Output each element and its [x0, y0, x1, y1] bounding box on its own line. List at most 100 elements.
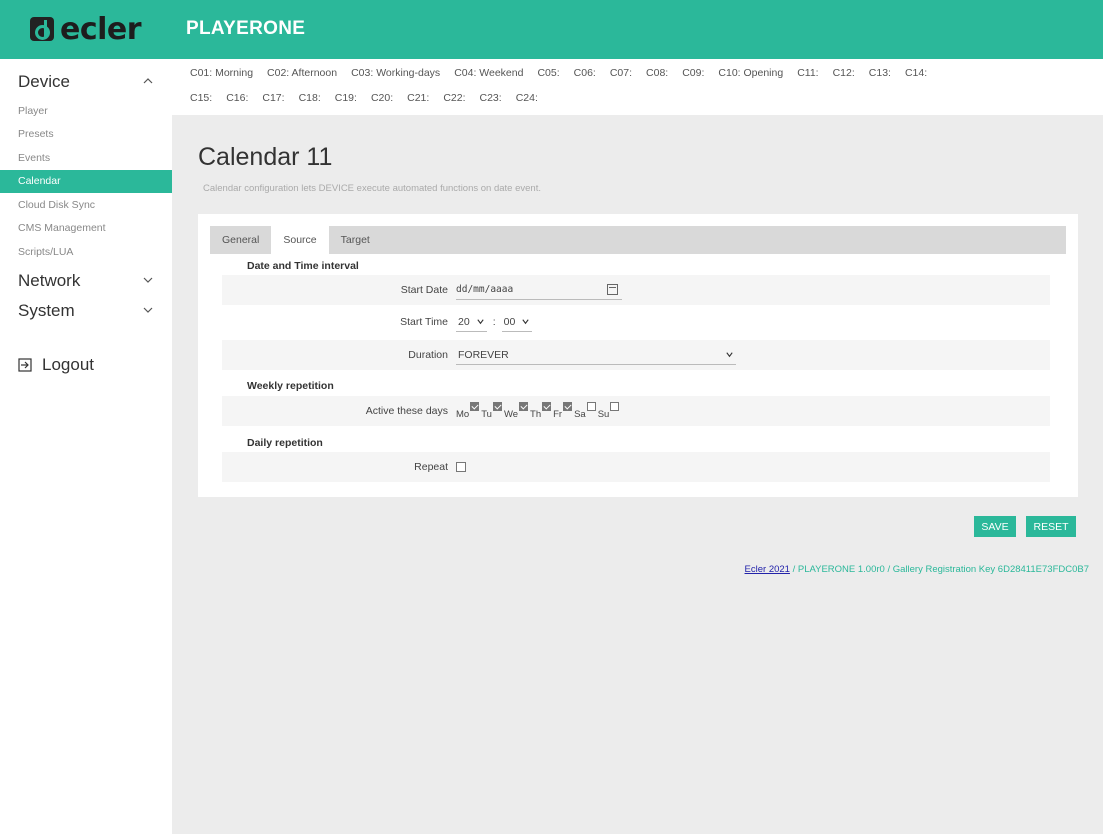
day-label: Sa	[574, 408, 586, 420]
sidebar-item-cloud-disk-sync[interactable]: Cloud Disk Sync	[0, 193, 172, 217]
calendar-link[interactable]: C24:	[516, 92, 538, 104]
start-minute-value: 00	[503, 315, 516, 328]
footer: Ecler 2021 / PLAYERONE 1.00r0 / Gallery …	[745, 564, 1089, 575]
page-title: Calendar 11	[198, 143, 333, 171]
reset-button[interactable]: RESET	[1026, 516, 1076, 537]
tab-bar: General Source Target	[210, 226, 1066, 254]
chevron-down-icon	[143, 277, 153, 283]
day-tu: Tu	[481, 401, 502, 420]
calendar-list: C01: Morning C02: Afternoon C03: Working-d…	[172, 59, 1103, 115]
day-checkbox-fr[interactable]	[563, 401, 573, 411]
calendar-panel: General Source Target Date and Time interv…	[198, 214, 1078, 497]
day-checkbox-su[interactable]	[610, 401, 620, 411]
calendar-link[interactable]: C17:	[262, 92, 284, 104]
sidebar-section-label: Network	[18, 270, 81, 290]
footer-text: / PLAYERONE 1.00r0 / Gallery Registratio…	[789, 564, 1089, 575]
start-date-input[interactable]: dd/mm/aaaa	[456, 280, 622, 300]
calendar-link[interactable]: C02: Afternoon	[267, 67, 337, 79]
day-label: Mo	[456, 408, 470, 420]
row-start-date: Start Date dd/mm/aaaa	[222, 275, 1050, 305]
start-minute-select[interactable]: 00	[501, 312, 533, 332]
calendar-link[interactable]: C08:	[646, 67, 668, 79]
calendar-link[interactable]: C14:	[905, 67, 927, 79]
start-hour-select[interactable]: 20	[456, 312, 487, 332]
calendar-link[interactable]: C11:	[797, 67, 818, 79]
sidebar-item-calendar[interactable]: Calendar	[0, 169, 172, 193]
save-button[interactable]: SAVE	[974, 516, 1016, 537]
day-fr: Fr	[553, 401, 573, 420]
tab-source[interactable]: Source	[271, 226, 329, 254]
calendar-link[interactable]: C01: Morning	[190, 67, 253, 79]
sidebar-item-scripts-lua[interactable]: Scripts/LUA	[0, 240, 172, 264]
calendar-link[interactable]: C15:	[190, 92, 212, 104]
calendar-link[interactable]: C23:	[480, 92, 502, 104]
main-content: Calendar 11 Calendar configuration lets …	[172, 115, 1103, 834]
start-date-label: Start Date	[400, 284, 448, 296]
day-checkbox-th[interactable]	[542, 401, 552, 411]
start-date-value: dd/mm/aaaa	[456, 284, 514, 295]
logo-text: ecler	[60, 11, 142, 47]
row-duration: Duration FOREVER	[222, 340, 1050, 370]
calendar-link[interactable]: C12:	[833, 67, 855, 79]
calendar-link[interactable]: C19:	[335, 92, 357, 104]
calendar-link[interactable]: C04: Weekend	[454, 67, 523, 79]
calendar-link[interactable]: C03: Working-days	[351, 67, 440, 79]
day-label: Tu	[481, 408, 492, 420]
sidebar-section-device[interactable]: Device	[0, 67, 172, 97]
chevron-down-icon	[143, 307, 153, 313]
calendar-link[interactable]: C05:	[537, 67, 559, 79]
day-checkbox-we[interactable]	[519, 401, 529, 411]
sidebar-section-system[interactable]: System	[0, 296, 172, 326]
ecler-logo[interactable]: ecler	[30, 11, 142, 47]
calendar-link[interactable]: C06:	[574, 67, 596, 79]
sidebar: Device Player Presets Events Calendar Cloud …	[0, 59, 172, 834]
logout-button[interactable]: Logout	[18, 355, 94, 375]
product-name: PLAYERONE	[186, 18, 306, 39]
top-header: ecler PLAYERONE	[0, 0, 1103, 59]
tab-target[interactable]: Target	[329, 226, 382, 254]
day-sa: Sa	[574, 401, 596, 420]
page-description: Calendar configuration lets DEVICE execu…	[203, 183, 541, 194]
sidebar-item-events[interactable]: Events	[0, 146, 172, 170]
day-label: We	[503, 408, 519, 420]
calendar-link[interactable]: C21:	[407, 92, 429, 104]
duration-select[interactable]: FOREVER	[456, 345, 736, 365]
chevron-down-icon	[477, 319, 484, 325]
sidebar-section-label: System	[18, 300, 75, 320]
group-weekly: Weekly repetition	[247, 380, 334, 392]
time-separator: :	[492, 316, 496, 328]
active-days-label: Active these days	[365, 405, 448, 417]
sidebar-item-cms-management[interactable]: CMS Management	[0, 217, 172, 241]
day-label: Fr	[553, 408, 563, 420]
start-time-label: Start Time	[400, 316, 448, 328]
day-checkbox-sa[interactable]	[586, 401, 596, 411]
calendar-link[interactable]: C10: Opening	[718, 67, 783, 79]
calendar-link[interactable]: C16:	[226, 92, 248, 104]
duration-value: FOREVER	[458, 348, 509, 361]
calendar-link[interactable]: C22:	[443, 92, 465, 104]
logout-label: Logout	[42, 355, 94, 374]
days-checkboxes: Mo Tu We Th Fr Sa Su	[456, 401, 621, 420]
repeat-checkbox[interactable]	[456, 462, 466, 472]
row-start-time: Start Time 20 : 00	[222, 307, 1050, 337]
calendar-link[interactable]: C09:	[682, 67, 704, 79]
tab-general[interactable]: General	[210, 226, 271, 254]
calendar-link[interactable]: C07:	[610, 67, 632, 79]
row-active-days: Active these days Mo Tu We Th Fr Sa Su	[222, 396, 1050, 426]
day-th: Th	[530, 401, 552, 420]
day-checkbox-tu[interactable]	[492, 401, 502, 411]
calendar-link[interactable]: C13:	[869, 67, 891, 79]
chevron-down-icon	[726, 352, 733, 358]
sidebar-item-player[interactable]: Player	[0, 99, 172, 123]
sidebar-item-presets[interactable]: Presets	[0, 123, 172, 147]
calendar-link[interactable]: C18:	[299, 92, 321, 104]
calendar-link[interactable]: C20:	[371, 92, 393, 104]
start-hour-value: 20	[458, 315, 470, 328]
ecler-link[interactable]: Ecler 2021	[745, 564, 790, 575]
calendar-picker-icon[interactable]	[607, 284, 618, 295]
day-su: Su	[598, 401, 620, 420]
sidebar-section-label: Device	[18, 72, 70, 91]
day-checkbox-mo[interactable]	[470, 401, 480, 411]
group-date-time: Date and Time interval	[247, 260, 359, 272]
sidebar-section-network[interactable]: Network	[0, 266, 172, 296]
